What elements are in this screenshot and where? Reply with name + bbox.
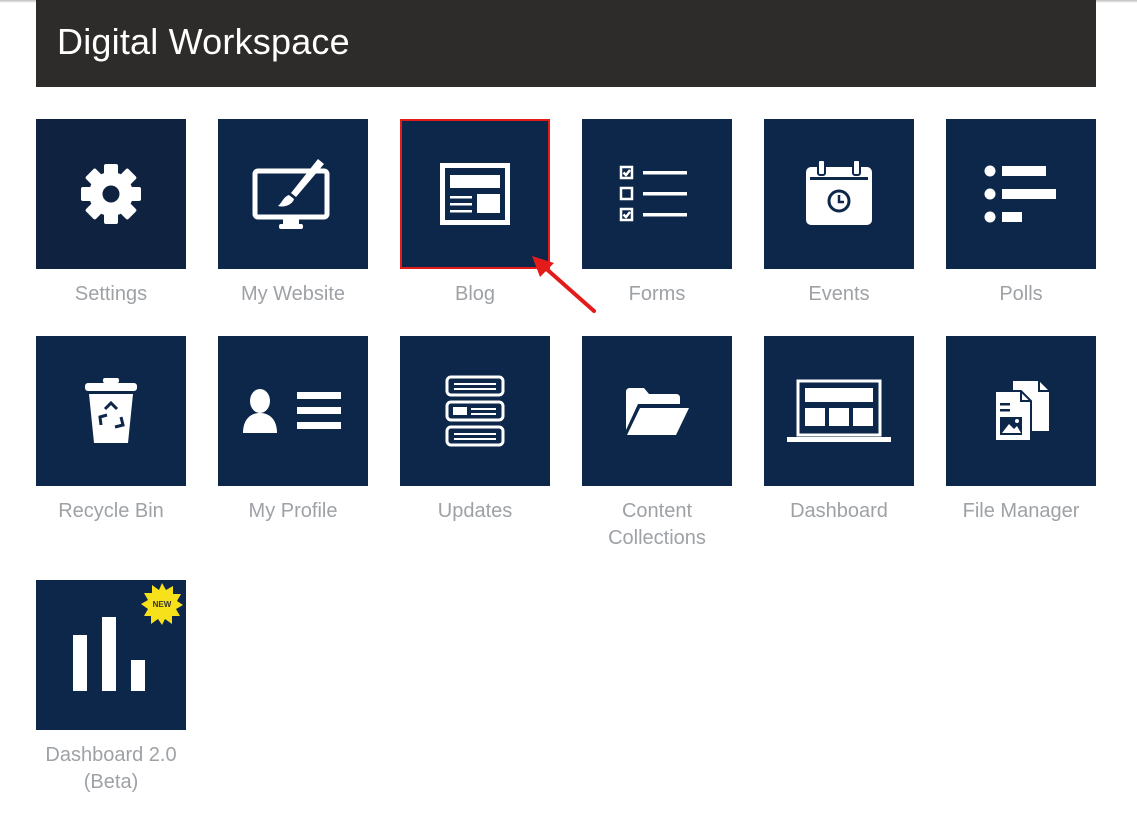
tile-file-manager-label: File Manager xyxy=(962,500,1080,522)
tile-forms-box[interactable] xyxy=(582,119,732,269)
tile-dashboard-2-beta-label: Dashboard 2.0 (Beta) xyxy=(36,742,186,796)
tile-polls-label: Polls xyxy=(999,283,1043,305)
tile-my-website-label: My Website xyxy=(240,283,346,305)
bar-chart-icon xyxy=(73,617,145,691)
tile-dashboard-2-beta[interactable]: NEW Dashboard 2.0 (Beta) xyxy=(36,580,186,796)
tile-dashboard-label: Dashboard xyxy=(790,500,888,522)
new-badge: NEW xyxy=(140,582,184,626)
files-icon xyxy=(994,381,1049,442)
tile-forms[interactable]: Forms xyxy=(582,119,732,308)
tile-content-collections-label-line1: Content xyxy=(621,500,693,522)
tile-dashboard-2-beta-label-line1: Dashboard 2.0 xyxy=(45,744,177,766)
monitor-brush-icon xyxy=(252,159,330,229)
tile-my-website[interactable]: My Website xyxy=(218,119,368,308)
tile-dashboard[interactable]: Dashboard xyxy=(764,336,914,525)
tile-updates-label: Updates xyxy=(437,500,513,522)
tile-events-label: Events xyxy=(808,283,870,305)
tile-file-manager[interactable]: File Manager xyxy=(946,336,1096,525)
tile-forms-label: Forms xyxy=(628,283,686,305)
poll-bars-icon xyxy=(984,165,1056,223)
dashboard-laptop-icon xyxy=(787,379,891,442)
calendar-clock-icon xyxy=(806,159,872,225)
updates-list-icon xyxy=(445,375,505,447)
blog-layout-icon xyxy=(440,163,510,225)
tile-recycle-bin[interactable]: Recycle Bin xyxy=(36,336,186,525)
tile-blog-label: Blog xyxy=(454,283,496,305)
tile-polls[interactable]: Polls xyxy=(946,119,1096,308)
tile-blog[interactable]: Blog xyxy=(400,119,550,308)
tile-content-collections[interactable]: Content Collections xyxy=(582,336,732,552)
tile-my-profile-label: My Profile xyxy=(248,500,338,522)
tile-my-website-box[interactable] xyxy=(218,119,368,269)
tile-settings-label: Settings xyxy=(74,283,148,305)
tile-polls-box[interactable] xyxy=(946,119,1096,269)
checklist-icon xyxy=(619,165,687,222)
workspace-header: Digital Workspace xyxy=(36,0,1096,87)
tile-dashboard-2-beta-box[interactable]: NEW xyxy=(36,580,186,730)
tile-settings[interactable]: Settings xyxy=(36,119,186,308)
tile-content-collections-label: Content Collections xyxy=(582,498,732,552)
gear-icon xyxy=(81,164,141,224)
tile-recycle-bin-label: Recycle Bin xyxy=(58,500,164,522)
tile-dashboard-2-beta-label-line2: (Beta) xyxy=(83,771,139,793)
tile-dashboard-box[interactable] xyxy=(764,336,914,486)
tile-content-collections-box[interactable] xyxy=(582,336,732,486)
tile-updates[interactable]: Updates xyxy=(400,336,550,525)
new-badge-text: NEW xyxy=(152,599,172,609)
tile-file-manager-box[interactable] xyxy=(946,336,1096,486)
tile-events[interactable]: Events xyxy=(764,119,914,308)
tile-blog-box[interactable] xyxy=(400,119,550,269)
tile-recycle-bin-box[interactable] xyxy=(36,336,186,486)
tile-events-box[interactable] xyxy=(764,119,914,269)
tile-updates-box[interactable] xyxy=(400,336,550,486)
profile-card-icon xyxy=(243,389,341,433)
tile-settings-box[interactable] xyxy=(36,119,186,269)
folder-open-icon xyxy=(626,388,689,435)
tile-my-profile-box[interactable] xyxy=(218,336,368,486)
tile-content-collections-label-line2: Collections xyxy=(608,527,706,549)
tile-my-profile[interactable]: My Profile xyxy=(218,336,368,525)
page-title: Digital Workspace xyxy=(57,21,350,62)
recycle-bin-icon xyxy=(85,378,137,443)
